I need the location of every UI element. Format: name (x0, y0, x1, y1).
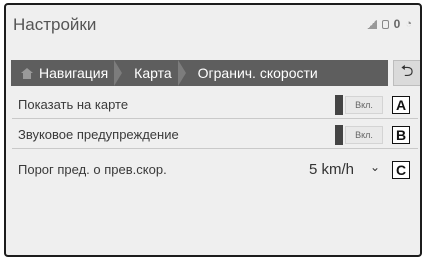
toggle-button[interactable]: Вкл. (345, 126, 383, 144)
setting-row-sound-warning[interactable]: Звуковое предупреждение Вкл. B (12, 122, 418, 149)
title-bar: Настройки 0 ◔ (6, 5, 420, 45)
page-title: Настройки (13, 15, 97, 34)
breadcrumb-label: Огранич. скорости (197, 65, 318, 81)
setting-row-speed-threshold[interactable]: Порог пред. о прев.скор. 5 km/h ⌄ C (12, 157, 418, 184)
callout-label: A (392, 96, 410, 114)
toggle-indicator (335, 95, 343, 115)
breadcrumb-navigation[interactable]: Навигация (11, 60, 126, 86)
home-icon (21, 67, 33, 79)
speed-threshold-value[interactable]: 5 km/h (309, 161, 354, 178)
status-area: 0 ◔ (366, 17, 412, 31)
status-number: 0 (393, 17, 401, 31)
toggle-indicator (335, 125, 343, 145)
row-label: Звуковое предупреждение (18, 127, 179, 142)
back-arrow-icon: ⮌ (400, 62, 414, 80)
breadcrumb-map[interactable]: Карта (126, 60, 189, 86)
breadcrumb-label: Карта (134, 65, 172, 81)
breadcrumb-label: Навигация (39, 65, 109, 81)
settings-screen: Настройки 0 ◔ Навигация Карта Огранич. с… (4, 3, 422, 257)
toggle-button[interactable]: Вкл. (345, 96, 383, 114)
breadcrumb: Навигация Карта Огранич. скорости (11, 60, 388, 86)
callout-label: B (392, 126, 410, 144)
wifi-icon: ◔ (405, 18, 412, 30)
lock-icon (381, 19, 389, 29)
chevron-down-icon[interactable]: ⌄ (370, 160, 380, 174)
breadcrumb-speed-limit[interactable]: Огранич. скорости (190, 60, 336, 86)
row-label: Порог пред. о прев.скор. (18, 162, 167, 177)
signal-icon (366, 19, 377, 29)
setting-row-show-on-map[interactable]: Показать на карте Вкл. A (12, 92, 418, 119)
callout-label: C (392, 161, 410, 179)
back-button[interactable]: ⮌ (393, 60, 420, 86)
row-label: Показать на карте (18, 97, 129, 112)
